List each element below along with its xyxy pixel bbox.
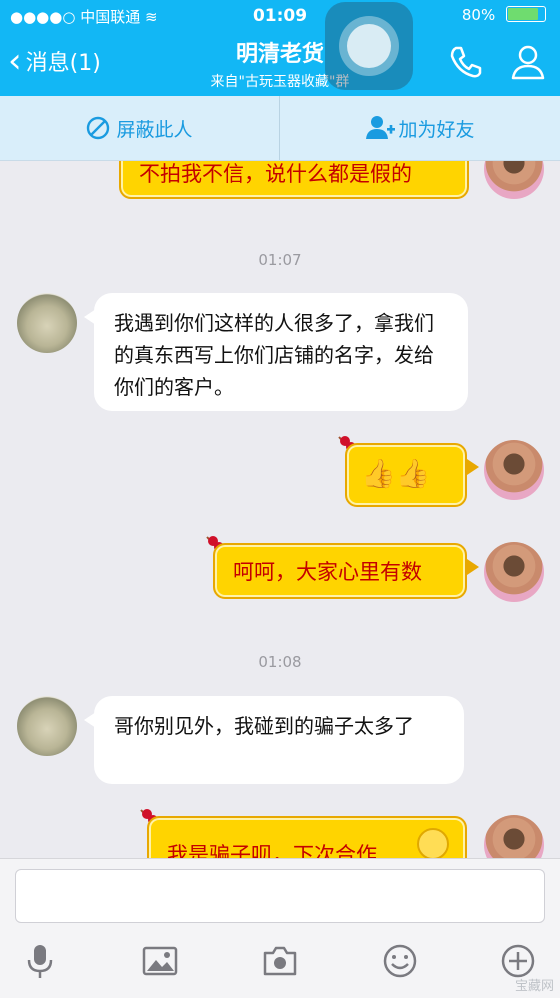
block-user-button[interactable]: 屏蔽此人 [0, 96, 279, 160]
message-text: 呵呵，大家心里有数 [233, 560, 422, 584]
add-friend-label: 加为好友 [398, 118, 475, 141]
message-text: 👍👍 [361, 457, 431, 490]
status-bar: ●●●●○ 中国联通 ≋ 01:09 80% [0, 0, 560, 30]
input-panel: 宝藏网 [0, 858, 560, 998]
image-icon[interactable] [140, 941, 180, 981]
timestamp: 01:07 [258, 251, 302, 269]
message-bubble-incoming[interactable]: 我遇到你们这样的人很多了，拿我们的真东西写上你们店铺的名字，发给你们的客户。 [94, 293, 468, 411]
message-input[interactable] [15, 869, 545, 923]
avatar-self[interactable] [484, 815, 544, 858]
message-text: 哥你别见外，我碰到的骗子太多了 [114, 714, 414, 738]
timestamp: 01:08 [258, 653, 302, 671]
message-bubble-outgoing[interactable]: 不拍我不信，说什么都是假的 [119, 161, 469, 199]
message-bubble-incoming[interactable]: 哥你别见外，我碰到的骗子太多了 [94, 696, 464, 784]
add-friend-button[interactable]: 加为好友 [281, 96, 560, 160]
camera-icon[interactable] [260, 941, 300, 981]
stranger-action-bar: 屏蔽此人 加为好友 [0, 96, 560, 161]
battery-indicator: 80% [462, 6, 546, 24]
add-friend-icon [366, 116, 396, 139]
avatar-self[interactable] [484, 161, 544, 199]
block-user-label: 屏蔽此人 [116, 118, 193, 141]
message-bubble-outgoing[interactable]: 我是骗子呗，下次合作 [147, 816, 467, 858]
message-text: 我遇到你们这样的人很多了，拿我们的真东西写上你们店铺的名字，发给你们的客户。 [114, 311, 434, 399]
avatar-self[interactable] [484, 440, 544, 500]
watermark: 宝藏网 [514, 979, 554, 994]
message-bubble-outgoing[interactable]: 👍👍 [345, 443, 467, 507]
smile-emoji-icon [417, 828, 449, 858]
avatar-contact[interactable] [17, 293, 77, 353]
avatar-contact[interactable] [17, 696, 77, 756]
divider [279, 96, 280, 160]
profile-icon[interactable] [508, 42, 548, 82]
assistive-touch-button[interactable] [325, 2, 413, 90]
battery-percent: 80% [461, 6, 496, 24]
battery-icon [506, 6, 546, 22]
phone-icon[interactable] [446, 42, 486, 82]
avatar-self[interactable] [484, 542, 544, 602]
message-bubble-outgoing[interactable]: 呵呵，大家心里有数 [213, 543, 467, 599]
message-text: 不拍我不信，说什么都是假的 [139, 162, 412, 186]
message-text: 我是骗子呗，下次合作 [167, 843, 377, 858]
microphone-icon[interactable] [20, 941, 60, 981]
chat-header: ‹ 消息(1) 明清老货 来自"古玩玉器收藏"群 [0, 30, 560, 96]
message-list[interactable]: 不拍我不信，说什么都是假的 01:07 我遇到你们这样的人很多了，拿我们的真东西… [0, 161, 560, 858]
emoji-icon[interactable] [380, 941, 420, 981]
block-icon [87, 116, 110, 140]
